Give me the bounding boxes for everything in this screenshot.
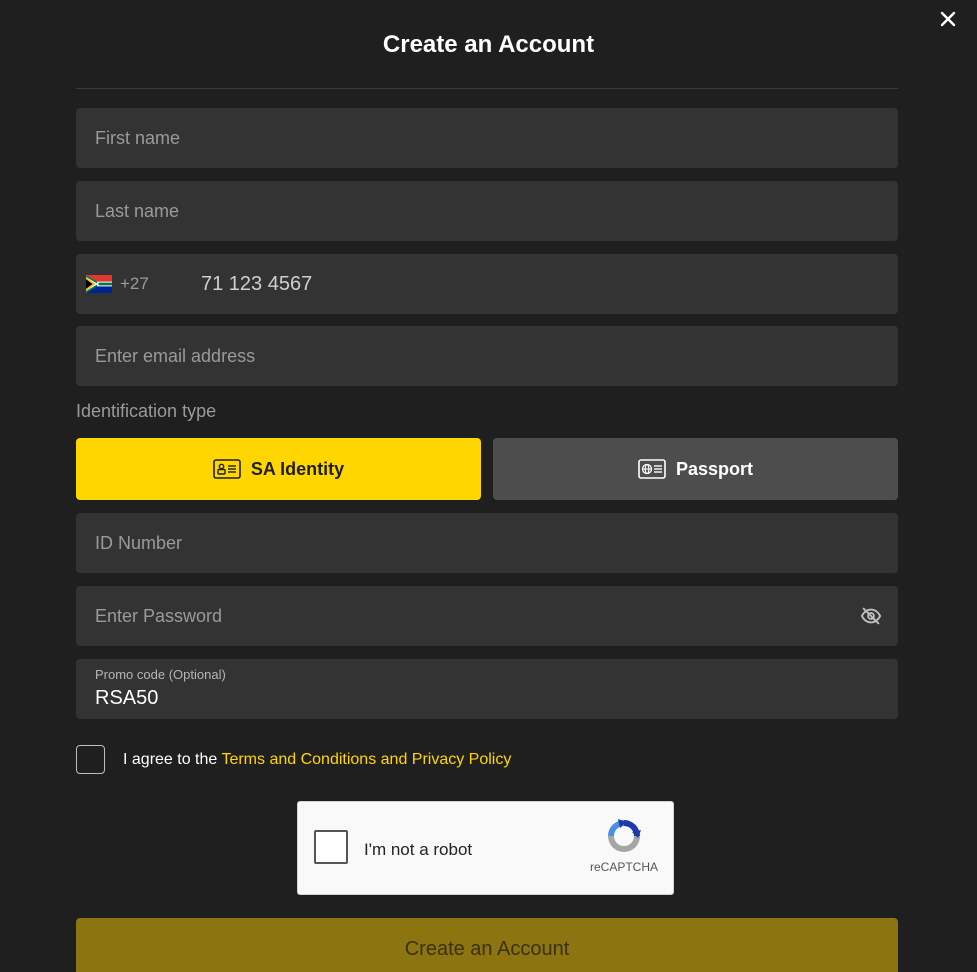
first-name-field — [76, 108, 898, 168]
email-input[interactable] — [76, 326, 898, 386]
promo-code-input[interactable]: RSA50 — [95, 687, 158, 710]
country-code-selector[interactable]: +27 — [86, 254, 149, 314]
terms-checkbox[interactable] — [76, 745, 105, 774]
last-name-input[interactable] — [76, 181, 898, 241]
email-field — [76, 326, 898, 386]
dialog-title: Create an Account — [382, 31, 595, 58]
first-name-input[interactable] — [76, 108, 898, 168]
recaptcha-logo-icon — [608, 819, 641, 852]
terms-agreement-row: I agree to the Terms and Conditions and … — [76, 745, 511, 774]
recaptcha-checkbox[interactable] — [314, 830, 348, 864]
create-account-button[interactable]: Create an Account — [76, 918, 898, 972]
phone-field: +27 71 123 4567 — [76, 254, 898, 314]
recaptcha-brand: reCAPTCHA — [590, 860, 659, 874]
create-account-dialog: Create an Account +27 71 123 4567 Id — [0, 0, 977, 972]
close-button[interactable] — [937, 8, 959, 30]
passport-button[interactable]: Passport — [493, 438, 898, 500]
identification-type-label: Identification type — [76, 401, 217, 421]
promo-code-field[interactable]: Promo code (Optional) RSA50 — [76, 659, 898, 719]
password-input[interactable] — [76, 586, 898, 646]
passport-icon — [638, 459, 666, 479]
password-field — [76, 586, 898, 646]
dial-code: +27 — [120, 274, 149, 293]
promo-code-label: Promo code (Optional) — [95, 667, 226, 682]
sa-identity-label: SA Identity — [250, 458, 345, 479]
sa-identity-button[interactable]: SA Identity — [76, 438, 481, 500]
terms-prefix: I agree to the — [123, 750, 218, 768]
close-icon — [940, 11, 956, 27]
south-africa-flag-icon — [86, 275, 112, 293]
recaptcha-widget: I'm not a robot reCAPTCHA — [297, 801, 674, 895]
passport-label: Passport — [675, 458, 754, 479]
eye-slash-icon[interactable] — [860, 605, 882, 627]
terms-link[interactable]: Terms and Conditions and Privacy Policy — [221, 751, 511, 768]
recaptcha-label: I'm not a robot — [364, 840, 473, 859]
last-name-field — [76, 181, 898, 241]
terms-text: I agree to the Terms and Conditions and … — [123, 751, 511, 769]
phone-number-input[interactable]: 71 123 4567 — [201, 254, 312, 314]
title-divider — [76, 88, 898, 89]
id-card-icon — [213, 459, 241, 479]
id-number-field — [76, 513, 898, 573]
id-number-input[interactable] — [76, 513, 898, 573]
